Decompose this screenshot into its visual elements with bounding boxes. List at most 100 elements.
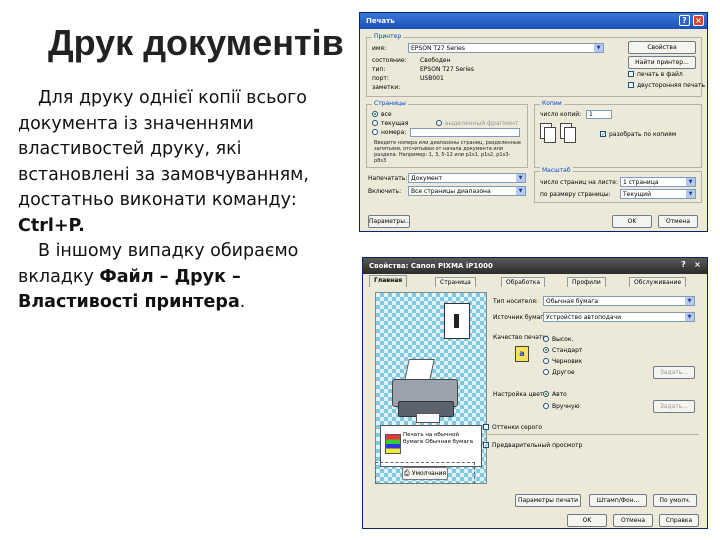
print-to-file-checkbox[interactable] [628,71,634,77]
print-options-button[interactable]: Параметры печати [515,494,581,507]
preview-label: Предварительный просмотр [492,442,583,449]
properties-dialog-title: Свойства: Canon PIXMA iP1000 [369,262,493,270]
print-what-label: Напечатать: [368,175,408,182]
chevron-down-icon: ▼ [516,187,525,195]
tab-processing[interactable]: Обработка [501,277,546,287]
chevron-down-icon: ▼ [685,313,694,321]
tab-maintenance[interactable]: Обслуживание [629,277,687,287]
fit-value: Текущий [623,191,651,198]
print-what-value: Документ [411,175,443,182]
page-numbers-input[interactable] [410,128,520,137]
selection-radio[interactable] [436,120,442,126]
all-pages-radio[interactable] [372,111,378,117]
stamp-button[interactable]: Штамп/Фон... [589,494,647,507]
copies-input[interactable]: 1 [586,110,612,119]
print-preview-panel: Печать на обычной бумаге Обычная бумага [375,292,487,484]
help-icon[interactable]: ? [679,15,690,26]
preview-checkbox[interactable]: ✓ [483,442,489,449]
quality-other-radio[interactable] [543,369,549,375]
paragraph-1: Для друку однієї копії всього документа … [18,86,348,239]
print-what-select[interactable]: Документ ▼ [408,173,526,183]
current-page-label: текущая [381,120,409,127]
pages-group-title: Страницы [372,100,408,107]
chevron-down-icon: ▼ [594,44,603,52]
quality-other-label: Другое [552,369,575,376]
status-label: состояние: [372,57,407,64]
cancel-button[interactable]: Отмена [613,514,653,527]
divider [483,434,699,435]
collate-checkbox[interactable]: ✓ [600,131,606,138]
quality-draft-radio[interactable] [543,358,549,364]
port-value: USB001 [420,75,444,82]
paper-source-value: Устройство автоподачи [546,314,621,321]
include-select[interactable]: Все страницы диапазона ▼ [408,186,526,196]
selection-label: выделенный фрагмент [445,120,519,127]
help-button[interactable]: Справка [659,514,699,527]
color-manual-radio[interactable] [543,403,549,409]
help-icon[interactable]: ? [678,260,689,271]
type-label: тип: [372,66,386,73]
collate-icon [540,123,576,153]
type-value: EPSON T27 Series [420,66,474,73]
close-icon[interactable]: × [692,260,703,271]
printer-name-select[interactable]: EPSON T27 Series ▼ [408,43,604,53]
quality-icon: a [515,346,529,362]
pages-per-sheet-label: число страниц на листе: [540,179,618,186]
color-auto-radio[interactable] [543,391,549,397]
paper-source-select[interactable]: Устройство автоподачи ▼ [543,312,695,322]
pages-hint: Введите номера или диапазоны страниц, ра… [374,140,521,164]
quality-standard-label: Стандарт [552,347,583,354]
media-type-select[interactable]: Обычная бумага ▼ [543,296,695,306]
grayscale-checkbox[interactable] [483,424,489,430]
print-dialog-title: Печать [366,17,395,25]
properties-dialog-titlebar: Свойства: Canon PIXMA iP1000 ? × [363,258,707,274]
paper-icon [444,303,470,339]
fit-select[interactable]: Текущий ▼ [620,189,696,199]
quality-standard-radio[interactable] [543,347,549,353]
chevron-down-icon: ▼ [685,297,694,305]
manual-duplex-label: двусторонняя печать [637,82,706,89]
slide-title: Друк документів [48,22,344,63]
defaults-label: Умолчания [411,470,447,477]
ok-button[interactable]: OK [612,215,652,228]
pages-per-sheet-select[interactable]: 1 страница ▼ [620,177,696,187]
quality-high-label: Высок. [552,336,574,343]
fit-label: по размеру страницы: [540,191,611,198]
paper-source-label: Источник бумаги: [493,314,550,321]
close-icon[interactable]: × [693,15,704,26]
pages-per-sheet-value: 1 страница [623,179,659,186]
status-value: Свободен [420,57,451,64]
port-label: порт: [372,75,389,82]
find-printer-button[interactable]: Найти принтер... [628,56,696,69]
tab-page[interactable]: Страница [435,277,476,287]
parameters-button[interactable]: Параметры... [368,215,411,228]
quality-high-radio[interactable] [543,336,549,342]
color-manual-label: Вручную [552,403,580,410]
para2-end: . [239,292,246,312]
cancel-button[interactable]: Отмена [658,215,698,228]
tab-profiles[interactable]: Профили [567,277,606,287]
paragraph-2: В іншому випадку обираємо вкладку Файл –… [18,239,348,316]
current-page-radio[interactable] [372,120,378,126]
note-label: заметки: [372,84,401,91]
color-set-button[interactable]: Задать... [653,400,695,413]
printer-group-title: Принтер [372,33,404,40]
tab-main[interactable]: Главная [369,275,408,287]
quality-set-button[interactable]: Задать... [653,366,695,379]
copies-group-title: Копии [540,100,564,107]
ok-button[interactable]: OK [567,514,607,527]
page-numbers-label: номера: [381,129,407,136]
name-label: имя: [372,45,387,52]
quality-label: Качество печати: [493,334,549,341]
properties-button[interactable]: Свойства [628,41,696,54]
all-pages-label: все [381,111,392,118]
collate-label: разобрать по копиям [609,131,677,138]
preview-caption-box: Печать на обычной бумаге Обычная бумага [380,425,482,467]
manual-duplex-checkbox[interactable] [628,82,634,88]
include-value: Все страницы диапазона [411,188,491,195]
print-to-file-label: печать в файл [637,71,683,78]
grayscale-label: Оттенки серого [492,424,543,431]
include-label: Включить: [368,188,402,195]
defaults2-button[interactable]: По умолч. [653,494,697,507]
page-numbers-radio[interactable] [372,129,378,135]
